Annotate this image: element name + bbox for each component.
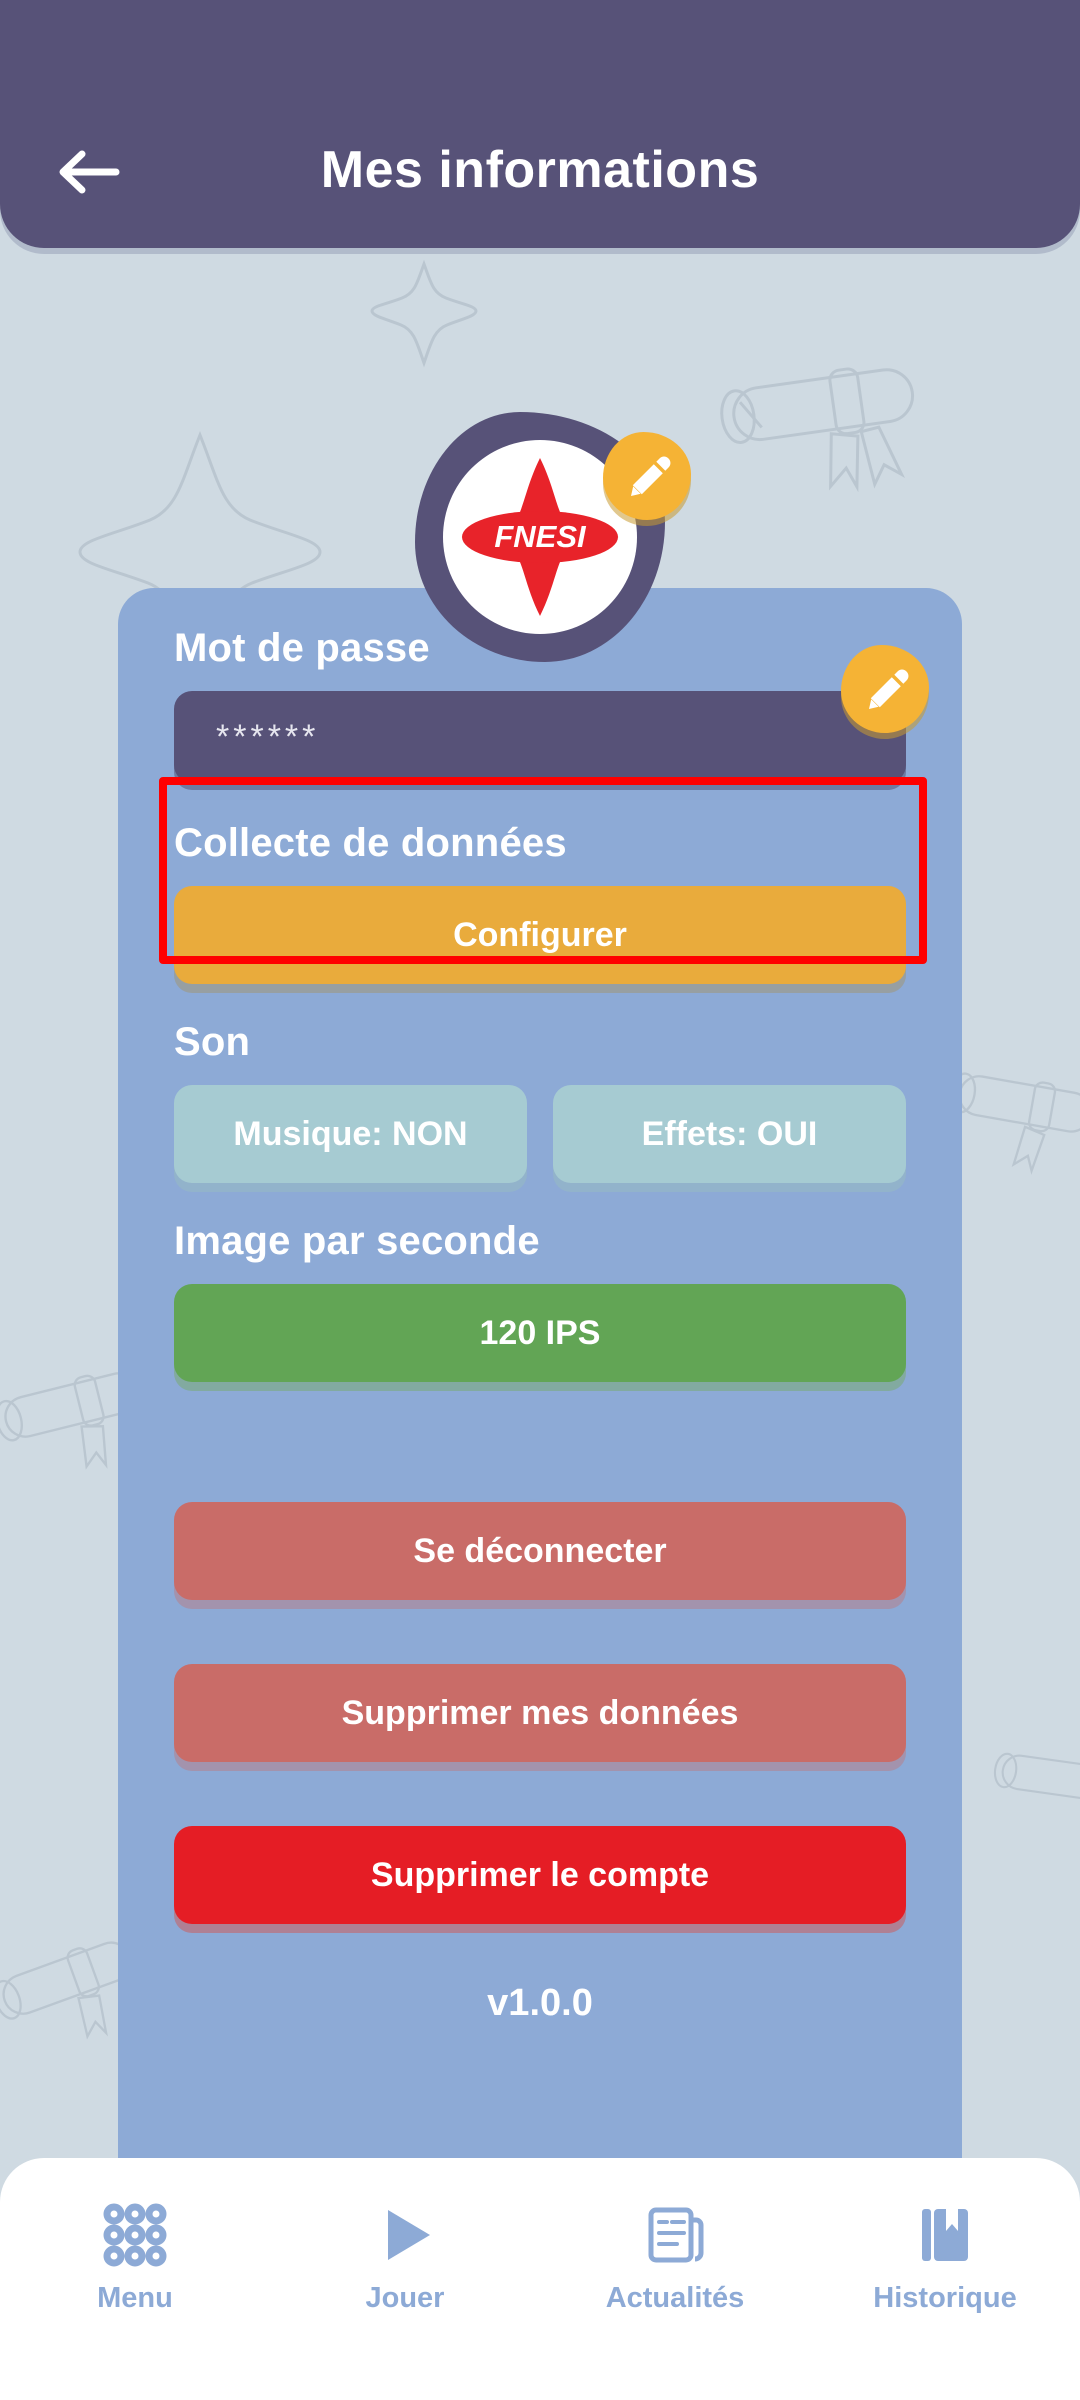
sound-label: Son [174, 1020, 251, 1064]
nav-item-actualites[interactable]: Actualités [540, 2198, 810, 2315]
news-document-icon [642, 2198, 708, 2272]
nav-label-menu: Menu [97, 2282, 173, 2314]
settings-scroll-area[interactable]: Mot de passe ****** Collecte de données … [118, 588, 962, 2208]
grid-dots-icon [102, 2198, 168, 2272]
pencil-icon [631, 456, 671, 496]
page-title: Mes informations [320, 141, 760, 199]
fps-button[interactable]: 120 IPS [174, 1284, 906, 1382]
password-value: ****** [216, 717, 320, 756]
fnesi-logo-text: FNESI [494, 519, 587, 554]
nav-item-jouer[interactable]: Jouer [270, 2198, 540, 2315]
edit-password-button[interactable] [841, 645, 929, 733]
settings-card: Mot de passe ****** Collecte de données … [118, 588, 962, 2208]
play-triangle-icon [372, 2198, 438, 2272]
configure-button[interactable]: Configurer [174, 886, 906, 984]
sound-options-row: Musique: NON Effets: OUI [174, 1085, 906, 1183]
nav-item-menu[interactable]: Menu [0, 2198, 270, 2315]
logout-button[interactable]: Se déconnecter [174, 1502, 906, 1600]
book-bookmark-icon [912, 2198, 978, 2272]
music-toggle-button[interactable]: Musique: NON [174, 1085, 527, 1183]
nav-label-historique: Historique [873, 2282, 1017, 2314]
delete-account-button[interactable]: Supprimer le compte [174, 1826, 906, 1924]
nav-label-actualites: Actualités [605, 2282, 745, 2314]
nav-item-historique[interactable]: Historique [810, 2198, 1080, 2315]
edit-avatar-button[interactable] [603, 432, 691, 520]
data-collection-label: Collecte de données [174, 821, 567, 865]
bottom-navigation: Menu Jouer Actualités Historique [0, 2158, 1080, 2400]
delete-data-button[interactable]: Supprimer mes données [174, 1664, 906, 1762]
password-field[interactable]: ****** [174, 691, 906, 783]
fps-label: Image par seconde [174, 1219, 540, 1263]
effects-toggle-button[interactable]: Effets: OUI [553, 1085, 906, 1183]
app-version: v1.0.0 [487, 1982, 593, 2024]
pencil-icon [869, 669, 909, 709]
app-header: Mes informations [0, 0, 1080, 248]
nav-label-jouer: Jouer [365, 2282, 445, 2314]
